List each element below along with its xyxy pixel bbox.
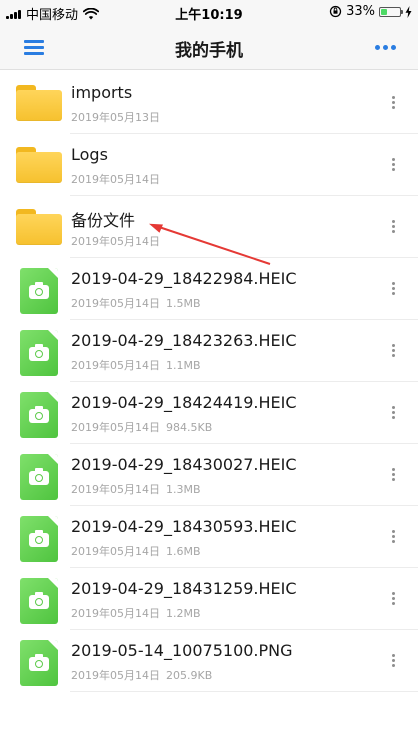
file-meta: 2019年05月14日	[71, 171, 160, 187]
file-name: imports	[71, 83, 133, 102]
image-file-icon	[20, 330, 58, 376]
camera-icon	[29, 282, 49, 299]
more-vertical-icon[interactable]	[392, 406, 395, 419]
more-vertical-icon[interactable]	[392, 468, 395, 481]
file-meta: 2019年05月14日 1.5MB	[71, 295, 201, 311]
file-meta: 2019年05月13日	[71, 109, 160, 125]
file-date: 2019年05月14日	[71, 297, 160, 310]
file-size: 984.5KB	[166, 421, 213, 434]
image-file-icon	[20, 268, 58, 314]
file-row[interactable]: 2019-04-29_18431259.HEIC 2019年05月14日 1.2MB	[0, 568, 418, 630]
file-meta: 2019年05月14日 1.6MB	[71, 543, 201, 559]
file-size: 1.3MB	[166, 483, 201, 496]
file-meta: 2019年05月14日 205.9KB	[71, 667, 212, 683]
camera-icon	[29, 654, 49, 671]
file-date: 2019年05月13日	[71, 111, 160, 124]
file-size: 1.5MB	[166, 297, 201, 310]
orientation-lock-icon	[329, 5, 342, 18]
file-meta: 2019年05月14日 1.2MB	[71, 605, 201, 621]
battery-level	[381, 8, 387, 15]
file-name: 2019-04-29_18430593.HEIC	[71, 517, 297, 536]
file-date: 2019年05月14日	[71, 359, 160, 372]
file-row[interactable]: 2019-04-29_18423263.HEIC 2019年05月14日 1.1MB	[0, 320, 418, 382]
file-date: 2019年05月14日	[71, 173, 160, 186]
file-size: 1.1MB	[166, 359, 201, 372]
more-vertical-icon[interactable]	[392, 158, 395, 171]
image-file-icon	[20, 392, 58, 438]
more-options-icon[interactable]	[375, 45, 396, 50]
image-file-icon	[20, 640, 58, 686]
file-name: 2019-04-29_18423263.HEIC	[71, 331, 297, 350]
file-size: 1.6MB	[166, 545, 201, 558]
folder-icon	[16, 85, 62, 121]
folder-icon	[16, 209, 62, 245]
file-name: 2019-04-29_18431259.HEIC	[71, 579, 297, 598]
image-file-icon	[20, 516, 58, 562]
battery-icon	[379, 6, 403, 17]
file-date: 2019年05月14日	[71, 545, 160, 558]
file-meta: 2019年05月14日 984.5KB	[71, 419, 212, 435]
file-date: 2019年05月14日	[71, 235, 160, 248]
folder-icon	[16, 147, 62, 183]
file-name: 2019-04-29_18422984.HEIC	[71, 269, 297, 288]
file-meta: 2019年05月14日	[71, 233, 160, 249]
file-name: 2019-04-29_18424419.HEIC	[71, 393, 297, 412]
file-date: 2019年05月14日	[71, 421, 160, 434]
file-meta: 2019年05月14日 1.1MB	[71, 357, 201, 373]
camera-icon	[29, 344, 49, 361]
file-meta: 2019年05月14日 1.3MB	[71, 481, 201, 497]
file-row[interactable]: 2019-04-29_18430027.HEIC 2019年05月14日 1.3MB	[0, 444, 418, 506]
file-name: 2019-05-14_10075100.PNG	[71, 641, 293, 660]
folder-row[interactable]: 备份文件 2019年05月14日	[0, 196, 418, 258]
file-row[interactable]: 2019-04-29_18430593.HEIC 2019年05月14日 1.6MB	[0, 506, 418, 568]
battery-percent: 33%	[346, 4, 375, 19]
image-file-icon	[20, 454, 58, 500]
file-name: 备份文件	[71, 211, 136, 230]
more-vertical-icon[interactable]	[392, 530, 395, 543]
more-vertical-icon[interactable]	[392, 96, 395, 109]
charging-bolt-icon	[405, 5, 412, 18]
camera-icon	[29, 530, 49, 547]
file-row[interactable]: 2019-04-29_18422984.HEIC 2019年05月14日 1.5MB	[0, 258, 418, 320]
file-size: 1.2MB	[166, 607, 201, 620]
file-date: 2019年05月14日	[71, 607, 160, 620]
status-bar: 中国移动 上午10:19 33%	[0, 0, 418, 24]
more-vertical-icon[interactable]	[392, 654, 395, 667]
camera-icon	[29, 406, 49, 423]
file-size: 205.9KB	[166, 669, 213, 682]
page-title: 我的手机	[175, 41, 243, 61]
folder-row[interactable]: Logs 2019年05月14日	[0, 134, 418, 196]
file-date: 2019年05月14日	[71, 483, 160, 496]
top-navigation-bar: 我的手机	[0, 24, 418, 70]
more-vertical-icon[interactable]	[392, 592, 395, 605]
file-name: 2019-04-29_18430027.HEIC	[71, 455, 297, 474]
more-vertical-icon[interactable]	[392, 220, 395, 233]
more-vertical-icon[interactable]	[392, 282, 395, 295]
camera-icon	[29, 592, 49, 609]
status-right: 33%	[329, 4, 412, 19]
more-vertical-icon[interactable]	[392, 344, 395, 357]
folder-row[interactable]: imports 2019年05月13日	[0, 72, 418, 134]
file-row[interactable]: 2019-04-29_18424419.HEIC 2019年05月14日 984.5…	[0, 382, 418, 444]
file-row[interactable]: 2019-05-14_10075100.PNG 2019年05月14日 205.9K…	[0, 630, 418, 692]
file-list: imports 2019年05月13日 Logs 2019年05月14日 备份文件 201…	[0, 72, 418, 692]
file-date: 2019年05月14日	[71, 669, 160, 682]
image-file-icon	[20, 578, 58, 624]
camera-icon	[29, 468, 49, 485]
file-name: Logs	[71, 145, 108, 164]
